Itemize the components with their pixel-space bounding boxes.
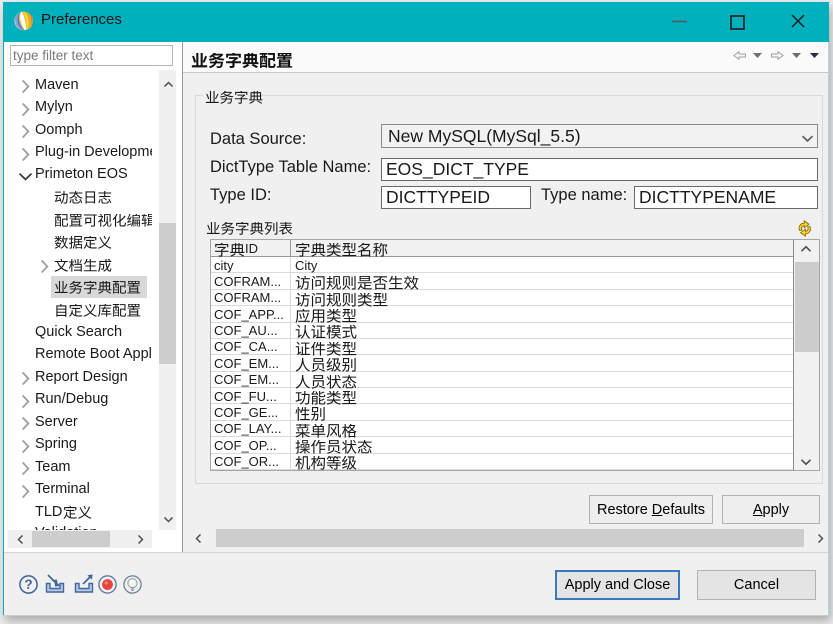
svg-text:?: ?: [24, 577, 32, 592]
